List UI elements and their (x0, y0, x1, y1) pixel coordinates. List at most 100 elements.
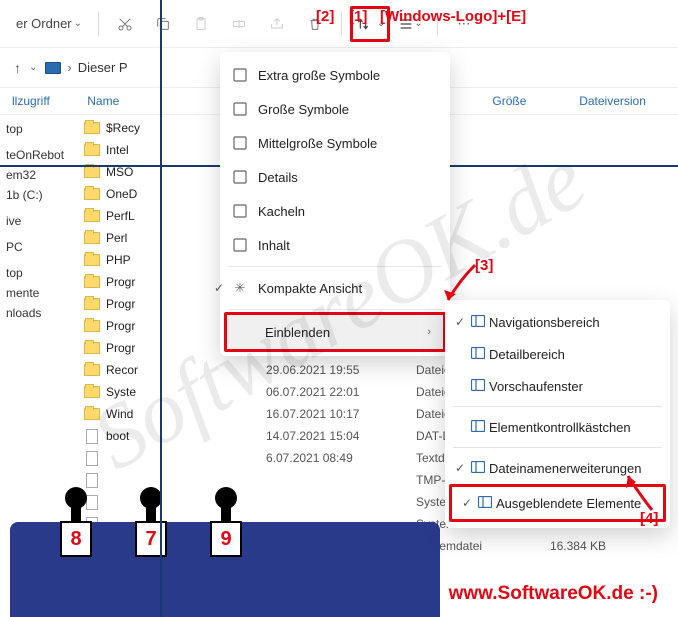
judge-2: 7 (135, 487, 167, 557)
pane-icon (471, 379, 485, 393)
cell-date: 14.07.2021 15:04 (266, 429, 416, 443)
annotation-hint: [Windows-Logo]+[E] (380, 8, 526, 25)
submenu-label: Navigationsbereich (489, 315, 600, 330)
submenu-label: Detailbereich (489, 347, 565, 362)
cell-size: 16.384 KB (526, 539, 616, 553)
folder-icon (84, 188, 100, 200)
tree-item[interactable]: em32 (0, 165, 78, 185)
chevron-down-icon[interactable]: ⌄ (29, 62, 37, 73)
check-icon: ✓ (462, 496, 472, 510)
compact-icon: ✳ (232, 280, 248, 296)
submenu-label: Vorschaufenster (489, 379, 583, 394)
tree-item[interactable]: teOnRebot (0, 145, 78, 165)
submenu-item[interactable]: Detailbereich (445, 338, 670, 370)
share-button[interactable] (259, 6, 295, 42)
submenu-item[interactable]: Vorschaufenster (445, 370, 670, 402)
cell-date: 6.07.2021 08:49 (266, 451, 416, 465)
annotation-1: [1] (349, 8, 367, 25)
folder-icon (84, 276, 100, 288)
grid-icon (232, 135, 248, 151)
cell-name: Wind (106, 407, 266, 421)
menu-item[interactable]: Extra große Symbole (220, 58, 450, 92)
col-version[interactable]: Dateiversion (579, 94, 666, 108)
folder-icon (84, 386, 100, 398)
arrow-4 (622, 470, 662, 515)
annotation-2: [2] (316, 8, 334, 25)
tree-item[interactable]: nloads (0, 303, 78, 323)
col-size[interactable]: Größe (492, 94, 579, 108)
check-icon: ✓ (455, 461, 465, 475)
file-icon (86, 473, 98, 488)
cell-name: Syste (106, 385, 266, 399)
pane-icon (471, 347, 485, 361)
folder-icon (84, 320, 100, 332)
footer-url: www.SoftwareOK.de :-) (449, 583, 658, 605)
tree-item[interactable]: PC (0, 237, 78, 257)
tree-item[interactable]: ive (0, 211, 78, 231)
pane-icon (471, 461, 485, 475)
folder-icon (84, 254, 100, 266)
tree-item[interactable]: top (0, 119, 78, 139)
tree-item[interactable]: top (0, 263, 78, 283)
pane-icon (471, 315, 485, 329)
menu-item[interactable]: Details (220, 160, 450, 194)
folder-icon (84, 122, 100, 134)
paste-button[interactable] (183, 6, 219, 42)
menu-item[interactable]: Kacheln (220, 194, 450, 228)
content-icon (232, 237, 248, 253)
menu-label: Kacheln (258, 204, 305, 219)
folder-icon (84, 210, 100, 222)
rect-icon (232, 67, 248, 83)
nav-up-icon[interactable]: ↑ (10, 56, 25, 80)
folder-icon (84, 342, 100, 354)
file-icon (86, 451, 98, 466)
menu-compact-view[interactable]: ✓ ✳ Kompakte Ansicht (220, 271, 450, 305)
menu-item[interactable]: Mittelgroße Symbole (220, 126, 450, 160)
chevron-right-icon: › (427, 326, 431, 338)
rect-icon (232, 101, 248, 117)
tree-item[interactable]: 1b (C:) (0, 185, 78, 205)
pane-icon (478, 496, 492, 510)
menu-item[interactable]: Inhalt (220, 228, 450, 262)
cell-date: 29.06.2021 19:55 (266, 363, 416, 377)
copy-button[interactable] (145, 6, 181, 42)
menu-label: Große Symbole (258, 102, 349, 117)
submenu-label: Ausgeblendete Elemente (496, 496, 641, 511)
folder-icon (84, 166, 100, 178)
col-name[interactable]: Name (87, 94, 241, 108)
arrow-3 (440, 260, 480, 310)
cell-name: boot (106, 429, 266, 443)
menu-label: Details (258, 170, 298, 185)
judge-3: 9 (210, 487, 242, 557)
menu-label: Mittelgroße Symbole (258, 136, 377, 151)
menu-label: Extra große Symbole (258, 68, 380, 83)
folder-icon (84, 232, 100, 244)
tree-item[interactable]: mente (0, 283, 78, 303)
view-menu: Extra große Symbole Große Symbole Mittelgr… (220, 52, 450, 356)
new-folder-button[interactable]: er Ordner ⌄ (8, 16, 90, 31)
folder-icon (84, 298, 100, 310)
cell-date: 06.07.2021 22:01 (266, 385, 416, 399)
check-icon: ✓ (455, 315, 465, 329)
toolbar: er Ordner ⌄ ⌄ ⌄ ⋯ (0, 0, 678, 48)
menu-label: Inhalt (258, 238, 290, 253)
crosshair-vertical (160, 0, 162, 617)
menu-item[interactable]: Große Symbole (220, 92, 450, 126)
folder-icon (84, 144, 100, 156)
judge-1: 8 (60, 487, 92, 557)
cell-name: Recor (106, 363, 266, 377)
submenu-item[interactable]: ✓ Navigationsbereich (445, 306, 670, 338)
menu-show-submenu[interactable]: Einblenden › (227, 315, 443, 349)
folder-icon (84, 364, 100, 376)
submenu-item[interactable]: Elementkontrollkästchen (445, 411, 670, 443)
submenu-label: Elementkontrollkästchen (489, 420, 631, 435)
breadcrumb[interactable]: › Dieser P (45, 60, 127, 75)
tree-header: llzugriff (12, 94, 87, 108)
chevron-down-icon: ⌄ (74, 18, 82, 29)
submenu-label: Dateinamenerweiterungen (489, 461, 641, 476)
list-icon (232, 169, 248, 185)
pc-icon (45, 62, 61, 74)
cut-button[interactable] (107, 6, 143, 42)
tiles-icon (232, 203, 248, 219)
rename-button[interactable] (221, 6, 257, 42)
